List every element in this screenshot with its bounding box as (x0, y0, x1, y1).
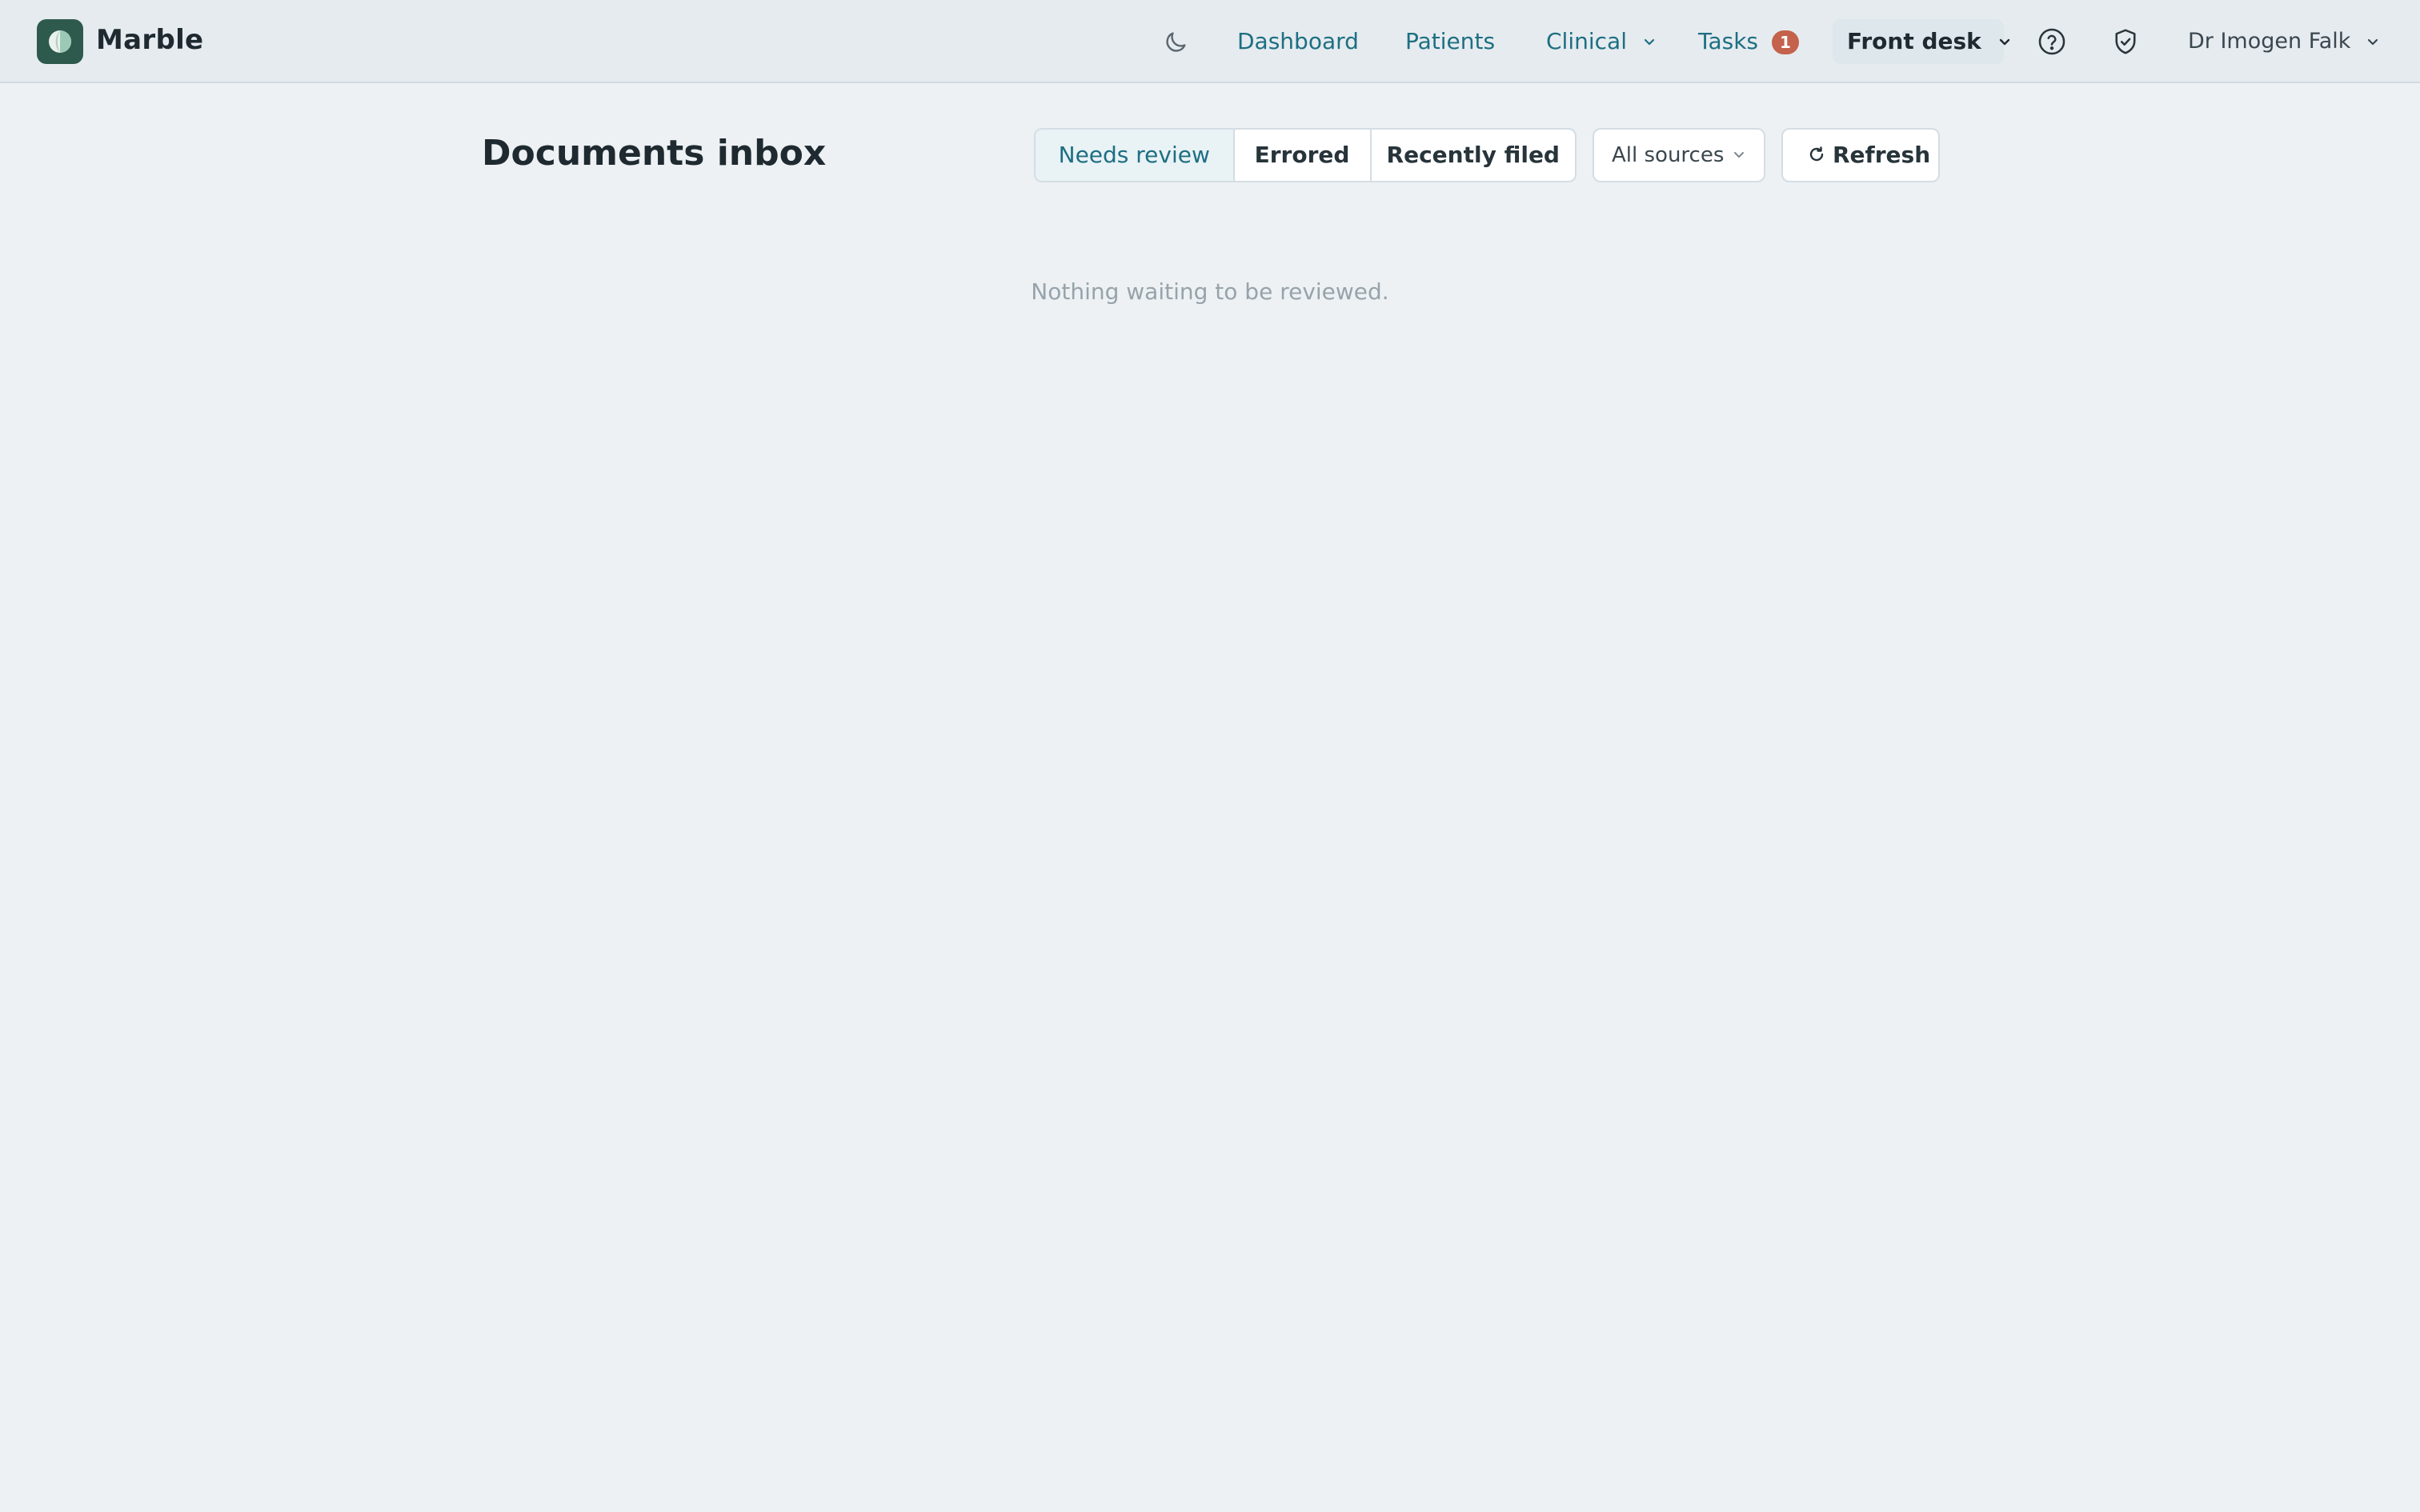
empty-state-message: Nothing waiting to be reviewed. (1031, 278, 1389, 305)
chevron-down-icon (2367, 38, 2378, 45)
nav-clinical-dropdown[interactable]: Clinical (1546, 27, 1657, 56)
shield-check-icon[interactable] (2111, 26, 2140, 57)
tasks-count-badge: 1 (1771, 30, 1799, 54)
refresh-label: Refresh (1833, 142, 1931, 168)
chevron-down-icon (1644, 38, 1654, 46)
chevron-down-icon (1999, 38, 2009, 46)
nav-patients[interactable]: Patients (1405, 27, 1495, 56)
tab-recently-filed[interactable]: Recently filed (1372, 130, 1575, 181)
nav-tasks[interactable]: Tasks 1 (1698, 27, 1799, 56)
tab-errored[interactable]: Errored (1235, 130, 1372, 181)
source-filter-select[interactable]: All sources (1593, 128, 1765, 182)
refresh-button[interactable]: Refresh (1781, 128, 1940, 182)
moon-icon[interactable] (1162, 29, 1189, 56)
role-switcher-dropdown[interactable]: Front desk (1833, 19, 2009, 64)
refresh-icon (1809, 146, 1824, 162)
app-brand-name[interactable]: Marble (96, 24, 203, 56)
status-filter-tabs: Needs review Errored Recently filed (1034, 128, 1577, 182)
page-title: Documents inbox (482, 133, 827, 174)
nav-clinical-label: Clinical (1546, 28, 1627, 54)
nav-dashboard-label: Dashboard (1237, 28, 1359, 54)
marble-logo-icon[interactable] (37, 19, 83, 64)
help-circle-icon[interactable] (2037, 26, 2067, 57)
user-name: Dr Imogen Falk (2188, 29, 2351, 54)
user-menu-dropdown[interactable]: Dr Imogen Falk (2188, 27, 2380, 56)
nav-dashboard[interactable]: Dashboard (1237, 27, 1359, 56)
nav-patients-label: Patients (1405, 28, 1496, 54)
top-navigation-bar: Marble Dashboard Patients Clinical Tasks… (0, 0, 2420, 83)
nav-tasks-label: Tasks (1698, 28, 1759, 54)
source-filter-value: All sources (1612, 143, 1725, 167)
role-label: Front desk (1847, 28, 1981, 54)
chevron-down-icon (1734, 152, 1744, 158)
tab-needs-review[interactable]: Needs review (1036, 130, 1235, 181)
